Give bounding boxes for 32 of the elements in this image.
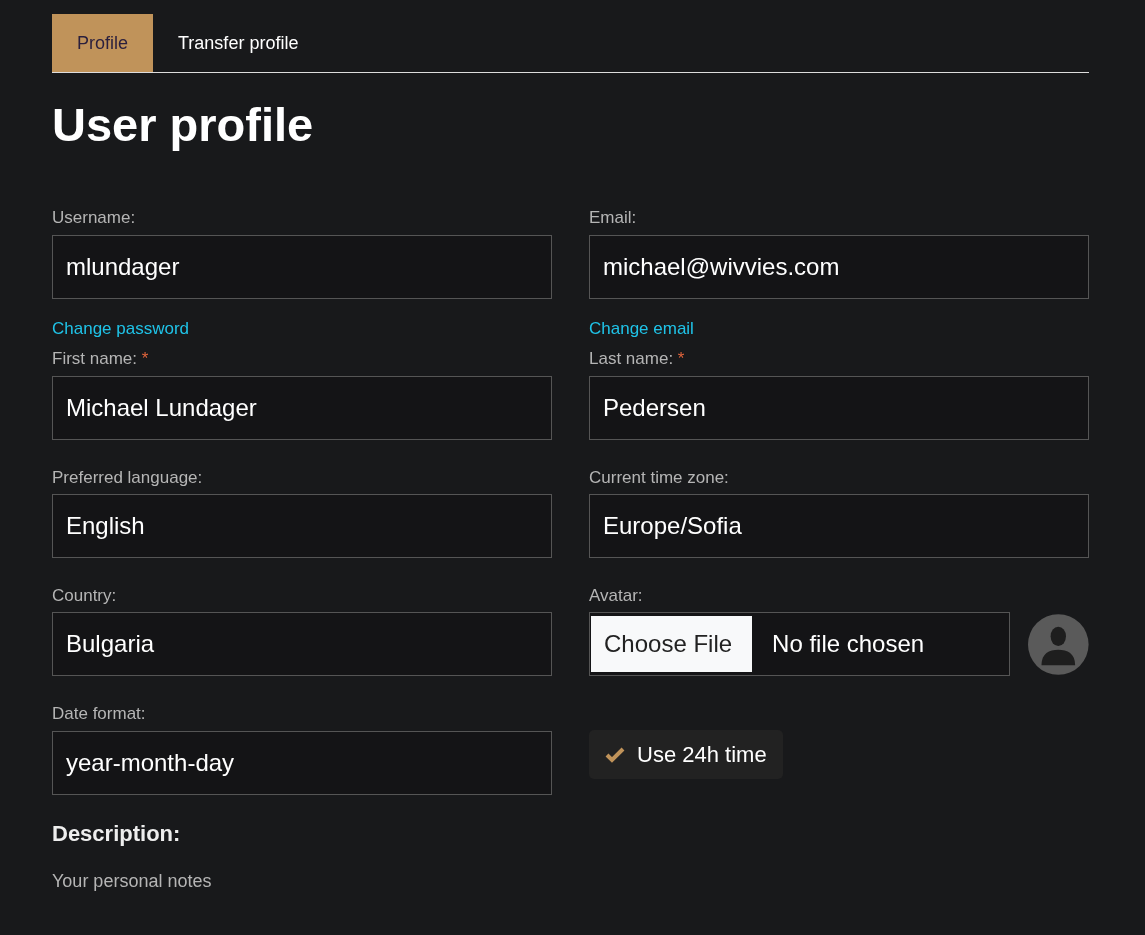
input-field[interactable]: Europe/Sofia <box>589 493 1089 558</box>
file-input[interactable]: Choose File No file chosen <box>589 612 1011 677</box>
input-field[interactable]: English <box>52 493 552 558</box>
page-title: User profile <box>52 97 315 153</box>
field-label: Last name: <box>589 349 674 369</box>
field-label: Username: <box>52 208 137 229</box>
file-status-text: No file chosen <box>772 629 925 660</box>
tab[interactable]: Transfer profile <box>153 14 324 72</box>
avatar-icon <box>1028 612 1089 676</box>
tab[interactable]: Profile <box>52 14 154 72</box>
field-label: First name: <box>52 349 138 369</box>
checkmark-icon <box>605 746 625 763</box>
input-field[interactable]: year-month-day <box>52 730 552 795</box>
field-label: Current time zone: <box>589 467 730 488</box>
required-asterisk: * <box>677 349 685 369</box>
required-asterisk: * <box>141 349 149 369</box>
notes-field[interactable]: Your personal notes <box>52 867 452 902</box>
link[interactable]: Change password <box>52 318 190 340</box>
input-field[interactable]: mlundager <box>52 234 552 299</box>
field-label: Preferred language: <box>52 467 204 488</box>
field-label: Avatar: <box>589 585 644 607</box>
input-field[interactable]: Michael Lundager <box>52 375 552 440</box>
field-label: Country: <box>52 585 118 607</box>
input-field[interactable]: michael@wivvies.com <box>589 234 1089 299</box>
section-heading: Description: <box>52 819 182 848</box>
field-label: Email: <box>589 208 638 229</box>
choose-file-button[interactable]: Choose File <box>591 616 753 673</box>
link[interactable]: Change email <box>589 318 694 340</box>
input-field[interactable]: Pedersen <box>589 375 1089 440</box>
input-field[interactable]: Bulgaria <box>52 612 552 677</box>
checkbox-toggle[interactable]: Use 24h time <box>589 730 783 780</box>
field-label: Date format: <box>52 704 147 725</box>
